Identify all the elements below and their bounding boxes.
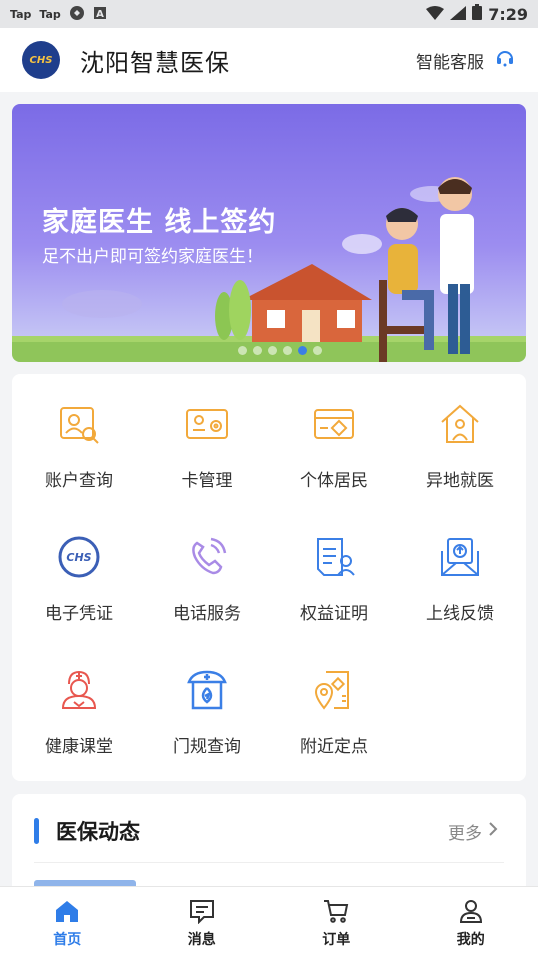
rights-certificate-icon (310, 533, 358, 581)
page-dot[interactable] (283, 346, 292, 355)
headset-icon (494, 47, 516, 74)
grid-label: 健康课堂 (45, 737, 113, 757)
status-app-label: Tap (39, 7, 61, 21)
grid-label: 电子凭证 (45, 604, 113, 624)
card-manage-icon (183, 400, 231, 448)
grid-label: 账户查询 (45, 471, 113, 491)
grid-label: 附近定点 (300, 737, 368, 757)
banner-title: 家庭医生 线上签约 (42, 207, 277, 238)
status-app-label: Tap (10, 7, 32, 21)
page-dot[interactable] (238, 346, 247, 355)
service-grid: 账户查询 卡管理 个体居民 异地就医 CHS 电子凭证 电话服务 权益证明 上线… (12, 374, 526, 781)
chs-voucher-icon: CHS (55, 533, 103, 581)
logo-text: CHS (29, 54, 53, 66)
profile-icon (457, 897, 485, 925)
tab-label: 首页 (53, 932, 82, 948)
account-search-icon (55, 400, 103, 448)
app-logo: CHS (22, 41, 60, 79)
grid-label: 卡管理 (181, 471, 233, 491)
grid-item-e-voucher[interactable]: CHS 电子凭证 (15, 507, 143, 627)
grid-item-clinic-rules[interactable]: 门规查询 (143, 640, 271, 760)
banner-pagination (238, 346, 322, 355)
grid-label: 权益证明 (300, 604, 368, 624)
tab-orders[interactable]: 订单 (269, 887, 404, 956)
grid-label: 异地就医 (426, 471, 494, 491)
tab-label: 订单 (322, 932, 351, 948)
tab-profile[interactable]: 我的 (404, 887, 538, 956)
resident-card-icon (310, 400, 358, 448)
grid-item-phone-service[interactable]: 电话服务 (143, 507, 271, 627)
tab-home[interactable]: 首页 (0, 887, 135, 956)
app-header: CHS 沈阳智慧医保 智能客服 (0, 28, 538, 92)
grid-item-health-class[interactable]: 健康课堂 (15, 640, 143, 760)
news-more-link[interactable]: 更多 (448, 819, 498, 844)
grid-item-feedback[interactable]: 上线反馈 (396, 507, 524, 627)
divider (34, 862, 504, 863)
news-more-label: 更多 (448, 824, 482, 844)
grid-item-resident[interactable]: 个体居民 (270, 374, 398, 494)
grid-item-card-manage[interactable]: 卡管理 (143, 374, 271, 494)
news-section: 医保动态 更多 (12, 794, 526, 894)
feedback-mail-icon (436, 533, 484, 581)
bottom-tab-bar: 首页 消息 订单 我的 (0, 886, 538, 956)
tab-label: 我的 (456, 932, 485, 948)
remote-medical-icon (436, 400, 484, 448)
signal-icon (450, 5, 467, 24)
smart-service-button[interactable]: 智能客服 (416, 47, 516, 74)
page-dot[interactable] (253, 346, 262, 355)
status-time: 7:29 (488, 4, 528, 24)
promo-banner[interactable]: 家庭医生 线上签约 足不出户即可签约家庭医生！ (12, 104, 526, 362)
nearby-location-icon (310, 666, 358, 714)
page-dot[interactable] (268, 346, 277, 355)
svg-text:A: A (96, 9, 104, 20)
news-section-title: 医保动态 (56, 820, 140, 844)
section-accent-bar (34, 818, 39, 844)
sync-icon (69, 5, 85, 24)
status-bar: Tap Tap A 7:29 (0, 0, 538, 28)
tab-label: 消息 (187, 932, 216, 948)
page-dot-active[interactable] (298, 346, 307, 355)
smart-service-label: 智能客服 (416, 52, 484, 73)
tab-messages[interactable]: 消息 (135, 887, 270, 956)
page-title: 沈阳智慧医保 (80, 48, 230, 77)
clinic-rules-icon (183, 666, 231, 714)
grid-item-remote-medical[interactable]: 异地就医 (396, 374, 524, 494)
cart-icon (322, 897, 350, 925)
grid-label: 电话服务 (173, 604, 241, 624)
phone-service-icon (183, 533, 231, 581)
wifi-icon (426, 5, 445, 24)
grid-item-nearby[interactable]: 附近定点 (270, 640, 398, 760)
grid-label: 门规查询 (173, 737, 241, 757)
message-icon (188, 897, 216, 925)
home-icon (53, 897, 81, 925)
battery-icon (472, 4, 483, 24)
chevron-right-icon (488, 821, 498, 842)
page-dot[interactable] (313, 346, 322, 355)
keyboard-icon: A (93, 6, 107, 23)
grid-label: 个体居民 (300, 471, 368, 491)
grid-label: 上线反馈 (426, 604, 494, 624)
grid-item-rights-certificate[interactable]: 权益证明 (270, 507, 398, 627)
svg-text:CHS: CHS (66, 551, 91, 564)
grid-item-account-search[interactable]: 账户查询 (15, 374, 143, 494)
health-class-icon (55, 666, 103, 714)
banner-subtitle: 足不出户即可签约家庭医生！ (42, 247, 263, 267)
